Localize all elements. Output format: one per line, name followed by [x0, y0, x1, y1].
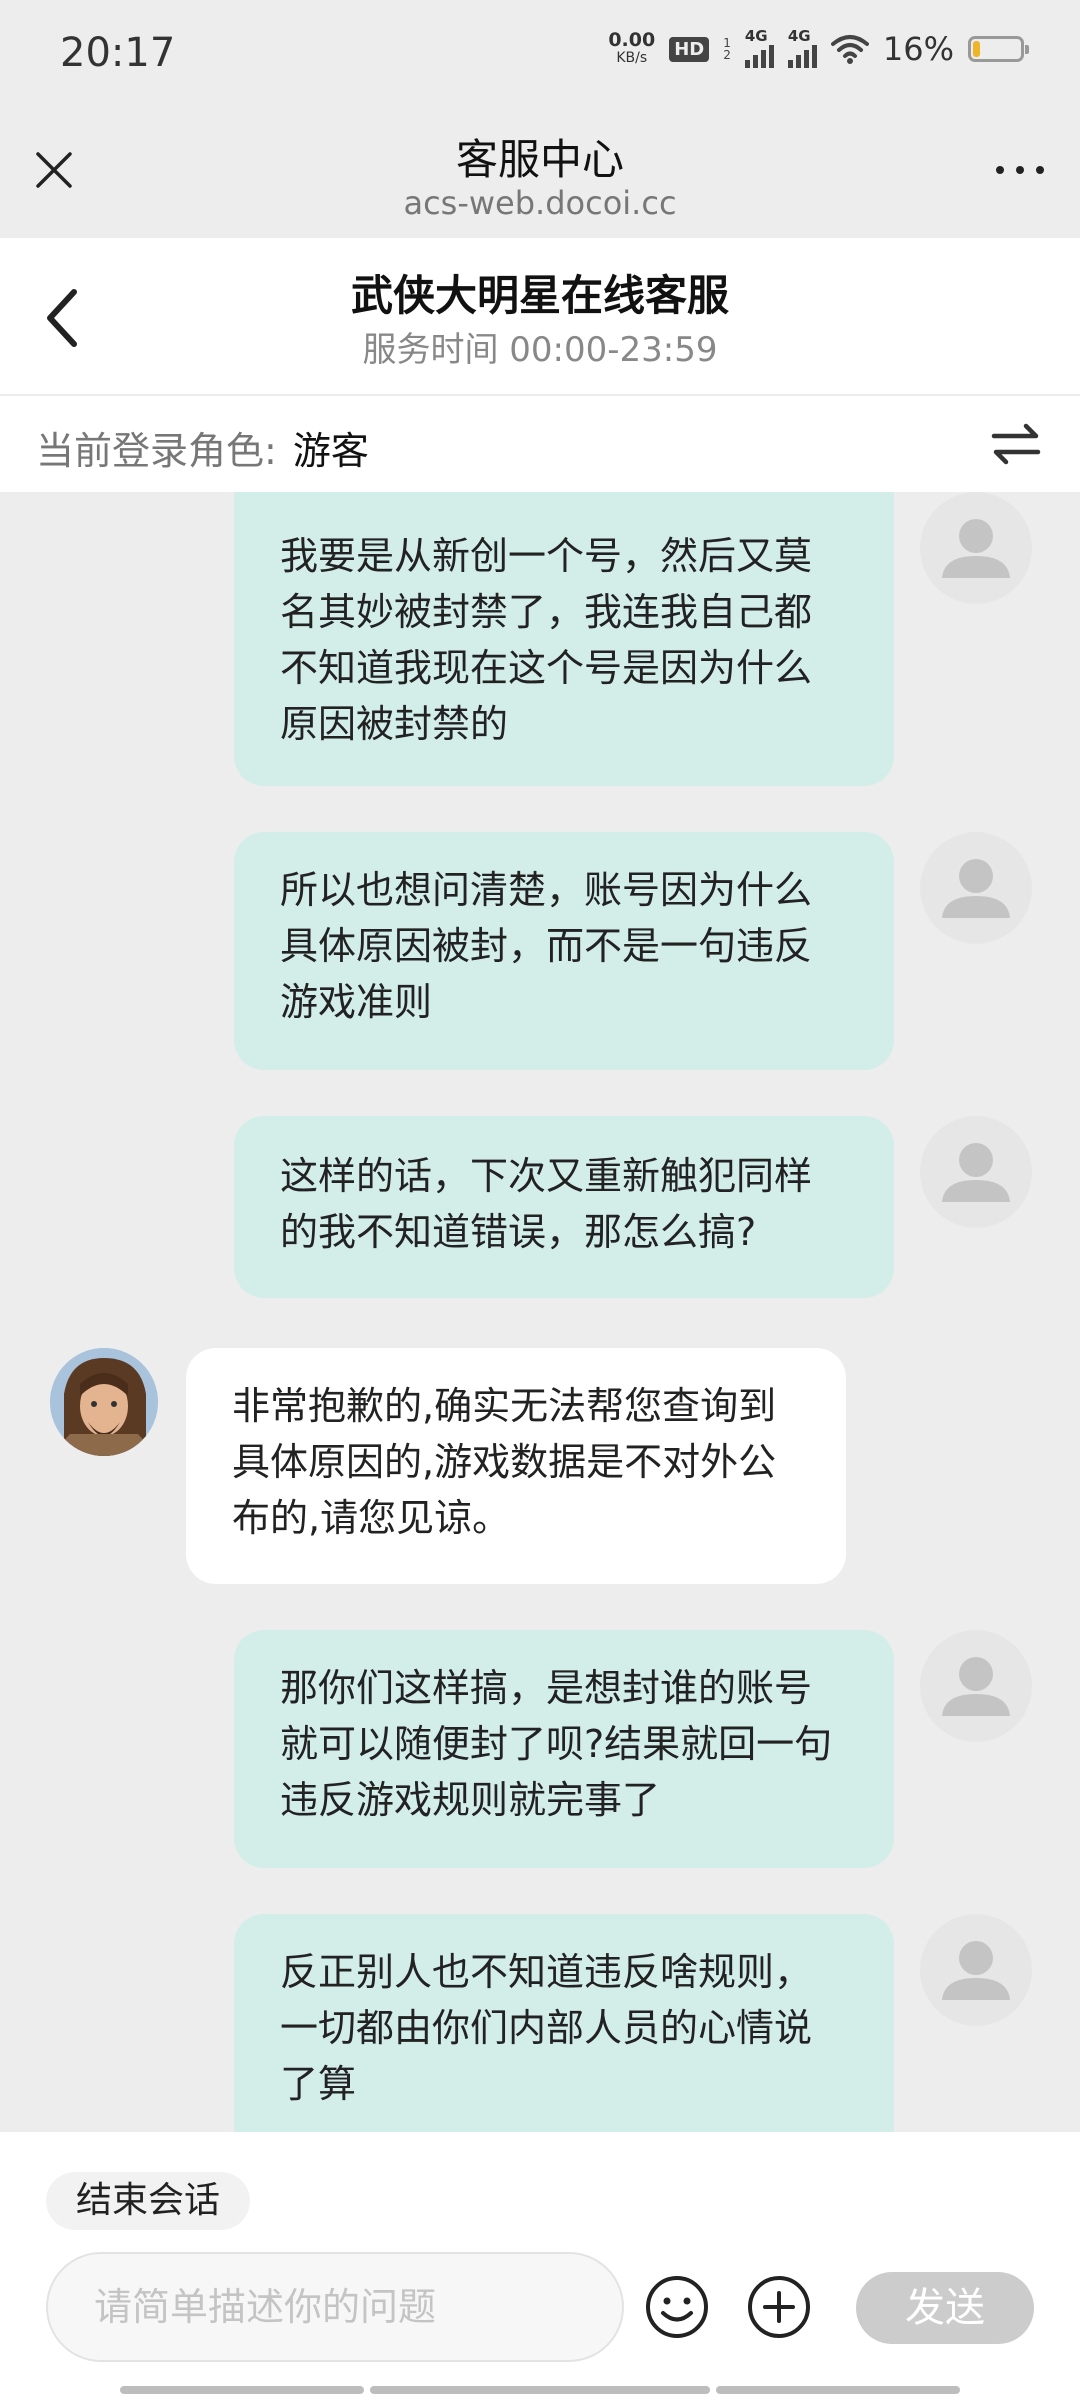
network-speed: 0.00 KB/s	[608, 31, 655, 67]
message-input[interactable]	[46, 2252, 624, 2362]
more-icon-dot	[996, 166, 1004, 174]
emoji-button[interactable]	[644, 2274, 710, 2340]
user-avatar	[920, 1630, 1032, 1742]
send-button[interactable]: 发送	[856, 2272, 1034, 2344]
default-user-icon	[942, 519, 1010, 578]
signal-label-sim1: 4G	[744, 26, 768, 45]
battery-percent: 16%	[882, 30, 954, 68]
switch-role-button[interactable]	[988, 416, 1044, 472]
user-message-bubble: 那你们这样搞，是想封谁的账号就可以随便封了呗?结果就回一句违反游戏规则就完事了	[234, 1630, 894, 1868]
gesture-bar-segment	[716, 2386, 960, 2394]
webview-title: 客服中心	[455, 135, 624, 184]
user-avatar	[920, 1116, 1032, 1228]
chat-message-list[interactable]: 我要是从新创一个号，然后又莫名其妙被封禁了，我连我自己都不知道我现在这个号是因为…	[0, 492, 1080, 2132]
status-icons: 0.00 KB/s HD 1 2 4G 4G 16%	[608, 27, 1029, 68]
user-avatar	[920, 1914, 1032, 2026]
user-message-bubble: 这样的话，下次又重新触犯同样的我不知道错误，那怎么搞?	[234, 1116, 894, 1298]
service-hours: 服务时间 00:00-23:59	[362, 330, 718, 370]
battery-fill	[973, 41, 981, 57]
gesture-bar-segment	[120, 2386, 364, 2394]
hd-sub-bottom: 2	[723, 48, 731, 62]
signal-icon-sim1: 4G	[744, 27, 774, 68]
end-session-button[interactable]: 结束会话	[46, 2172, 251, 2230]
network-speed-unit: KB/s	[616, 50, 648, 66]
plus-circle-icon	[748, 2276, 810, 2338]
signal-label-sim2: 4G	[787, 26, 811, 45]
default-user-icon	[942, 1941, 1010, 2000]
user-message-bubble: 我要是从新创一个号，然后又莫名其妙被封禁了，我连我自己都不知道我现在这个号是因为…	[234, 492, 894, 786]
gesture-bar-segment	[370, 2386, 710, 2394]
role-label-text: 当前登录角色:	[36, 429, 277, 473]
more-icon-dot	[1016, 166, 1024, 174]
role-value: 游客	[292, 429, 369, 473]
user-message-bubble: 所以也想问清楚，账号因为什么具体原因被封，而不是一句违反游戏准则	[234, 832, 894, 1070]
attach-button[interactable]	[746, 2274, 812, 2340]
wifi-icon	[830, 34, 869, 64]
chat-header: 武侠大明星在线客服 服务时间 00:00-23:59	[0, 238, 1080, 396]
network-speed-value: 0.00	[608, 29, 656, 51]
hd-icon: HD	[669, 36, 710, 62]
user-avatar	[920, 492, 1032, 604]
webview-url: acs-web.docoi.cc	[403, 184, 677, 222]
hd-label: HD	[674, 38, 705, 60]
webview-header: 客服中心 acs-web.docoi.cc	[0, 118, 1080, 238]
emoji-icon	[646, 2276, 708, 2338]
swap-icon	[991, 423, 1041, 465]
status-bar: 20:17 0.00 KB/s HD 1 2 4G 4G 16%	[0, 0, 1080, 118]
hd-sim-index: 1 2	[723, 37, 731, 61]
signal-icon-sim2: 4G	[787, 27, 817, 68]
chat-title: 武侠大明星在线客服	[350, 271, 729, 320]
user-avatar	[920, 832, 1032, 944]
more-icon-dot	[1036, 166, 1044, 174]
role-bar: 当前登录角色: 游客	[0, 396, 1080, 492]
chat-input-panel: 结束会话 发送	[0, 2132, 1080, 2400]
status-time: 20:17	[60, 30, 176, 76]
role-label: 当前登录角色: 游客	[36, 420, 369, 475]
default-user-icon	[942, 1143, 1010, 1202]
user-message-bubble: 反正别人也不知道违反啥规则，一切都由你们内部人员的心情说了算	[234, 1914, 894, 2132]
default-user-icon	[942, 859, 1010, 918]
agent-message-bubble: 非常抱歉的,确实无法帮您查询到具体原因的,游戏数据是不对外公布的,请您见谅。	[186, 1348, 846, 1584]
agent-portrait-icon	[50, 1348, 158, 1456]
more-button[interactable]	[990, 158, 1050, 182]
battery-icon	[968, 36, 1029, 62]
agent-avatar	[50, 1348, 158, 1456]
default-user-icon	[942, 1657, 1010, 1716]
